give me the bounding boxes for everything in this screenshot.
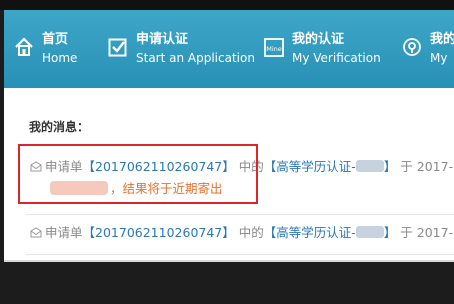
panel-bottom-edge <box>4 260 454 262</box>
messages-panel: 我的消息： 申请单【2017062110260747】 中的【高等学历认证-】 … <box>4 88 454 260</box>
mine-icon-text: Mine <box>266 45 282 53</box>
checkbox-icon <box>108 38 127 57</box>
highlight-annotation <box>18 144 258 204</box>
nav-label-en: Start an Application <box>136 51 255 65</box>
nav-item-partial[interactable]: 我的 My <box>402 30 454 70</box>
redacted-block <box>355 160 384 172</box>
mine-icon: Mine <box>264 38 284 57</box>
nav-item-home[interactable]: 首页 Home <box>14 30 94 70</box>
top-border <box>0 0 454 10</box>
nav-label-en: Home <box>42 51 78 65</box>
message-prefix: 申请单 <box>45 225 83 240</box>
nav-label-en: My Verification <box>292 51 381 65</box>
application-id-link[interactable]: 【2017062110260747】 <box>83 225 235 240</box>
category-link[interactable]: 【高等学历认证- <box>264 159 356 174</box>
message-item[interactable]: 申请单【2017062110260747】 中的【高等学历认证-】 于 2017… <box>30 222 453 241</box>
main-navbar: 首页 Home 申请认证 Start an Application Mine 我… <box>4 10 454 88</box>
nav-label-cn: 首页 <box>42 32 69 47</box>
nav-item-my-verification[interactable]: Mine 我的认证 My Verification <box>264 30 394 70</box>
nav-label-cn: 我的 <box>430 32 454 47</box>
home-icon <box>15 37 33 56</box>
nav-label-cn: 申请认证 <box>136 32 189 47</box>
message-mid: 中的 <box>238 225 264 240</box>
location-pin-icon <box>403 38 421 56</box>
nav-label-cn: 我的认证 <box>292 32 345 47</box>
envelope-icon <box>30 227 42 238</box>
messages-title: 我的消息： <box>29 120 90 134</box>
divider <box>26 214 454 215</box>
message-date: 于 2017- <box>400 159 454 174</box>
redacted-block <box>355 226 384 238</box>
divider <box>26 254 454 255</box>
nav-item-start-application[interactable]: 申请认证 Start an Application <box>108 30 255 70</box>
nav-label-en: My <box>430 51 448 65</box>
message-date: 于 2017- <box>400 225 454 240</box>
category-link[interactable]: 【高等学历认证- <box>264 225 356 240</box>
screenshot-frame: 首页 Home 申请认证 Start an Application Mine 我… <box>0 0 454 304</box>
